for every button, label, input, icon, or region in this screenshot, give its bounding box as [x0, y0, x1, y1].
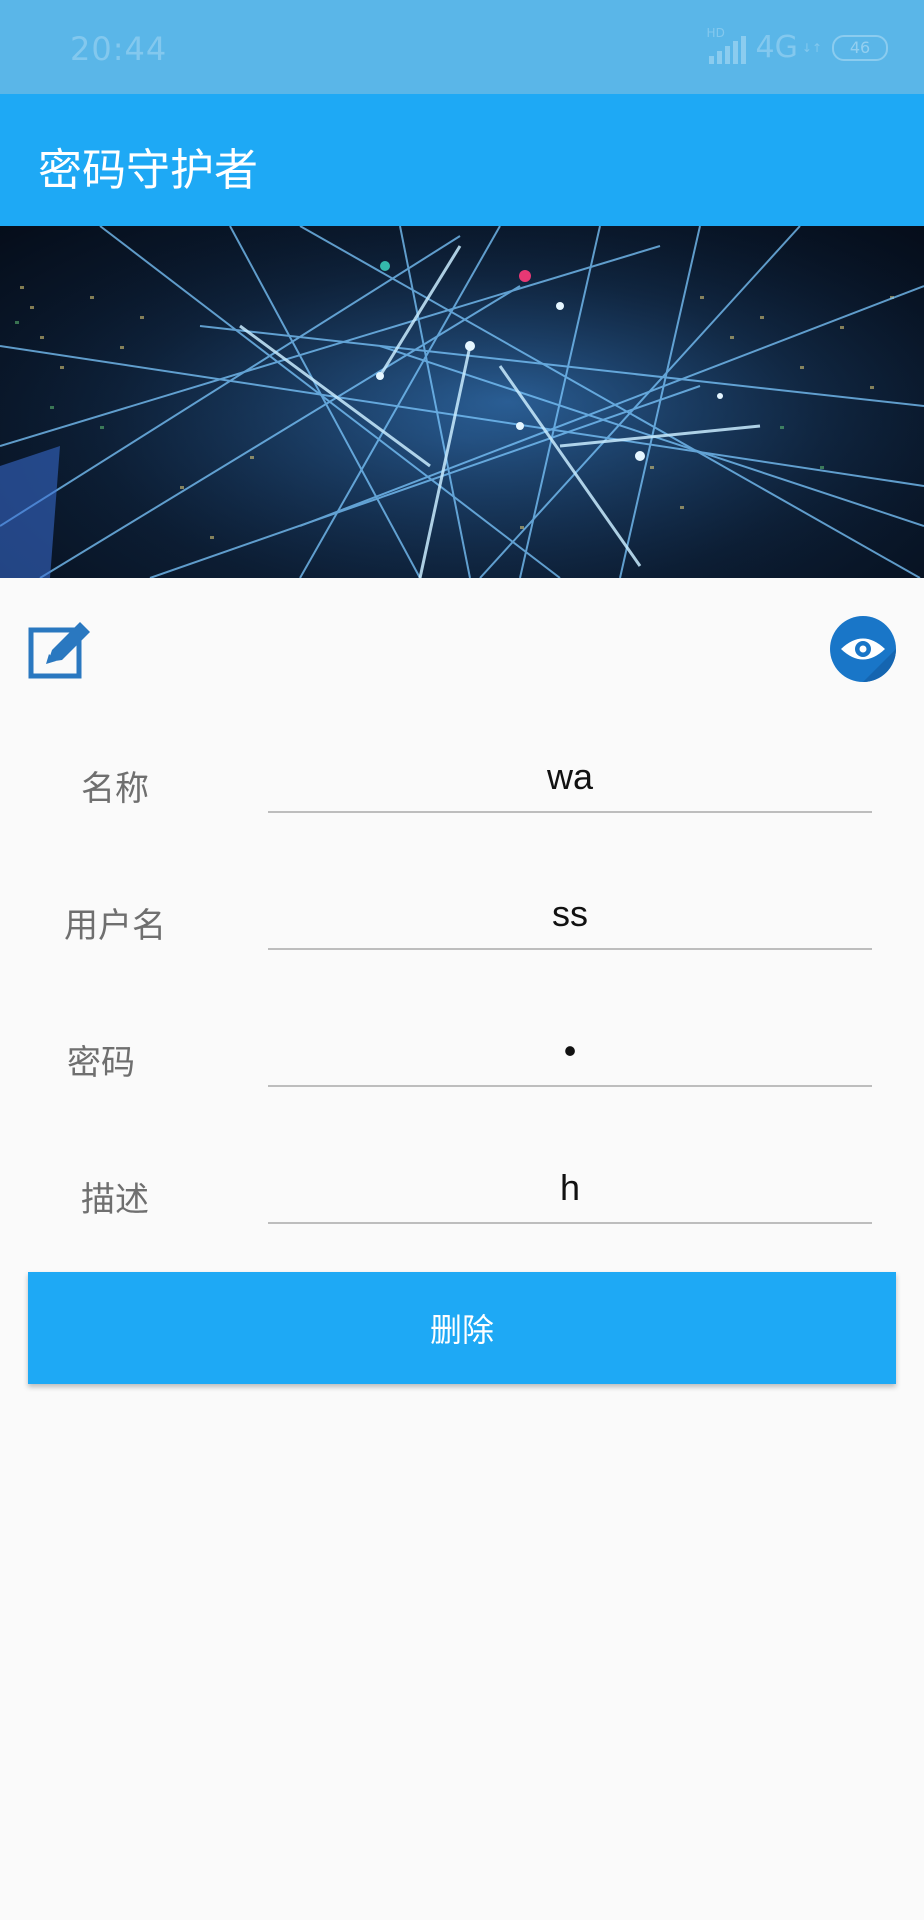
- password-row: 密码: [0, 1009, 924, 1109]
- username-label: 用户名: [64, 906, 166, 946]
- banner-image: [0, 226, 924, 578]
- name-row: 名称: [0, 735, 924, 835]
- app-bar: 密码守护者: [0, 94, 924, 226]
- network-activity-icon: ↓↑: [801, 40, 822, 55]
- signal-icon: HD: [707, 26, 746, 64]
- delete-button[interactable]: 删除: [28, 1272, 896, 1384]
- name-label: 名称: [81, 769, 149, 809]
- description-row: 描述: [0, 1146, 924, 1246]
- network-type: 4G: [755, 30, 798, 65]
- edit-icon[interactable]: [28, 620, 94, 680]
- battery-icon: 46: [832, 34, 888, 61]
- status-time: 20:44: [70, 30, 168, 68]
- description-label: 描述: [81, 1180, 149, 1220]
- status-bar: 20:44 HD 4G ↓↑ 46: [0, 0, 924, 94]
- eye-icon: [841, 638, 896, 682]
- hd-label: HD: [706, 25, 725, 40]
- app-title: 密码守护者: [38, 145, 258, 196]
- username-field[interactable]: [268, 880, 872, 950]
- name-field[interactable]: [268, 743, 872, 813]
- toggle-visibility-button[interactable]: [830, 616, 896, 682]
- username-row: 用户名: [0, 872, 924, 972]
- password-field[interactable]: [268, 1017, 872, 1087]
- password-label: 密码: [67, 1043, 135, 1083]
- status-indicators: HD 4G ↓↑ 46: [707, 26, 888, 65]
- description-field[interactable]: [268, 1154, 872, 1224]
